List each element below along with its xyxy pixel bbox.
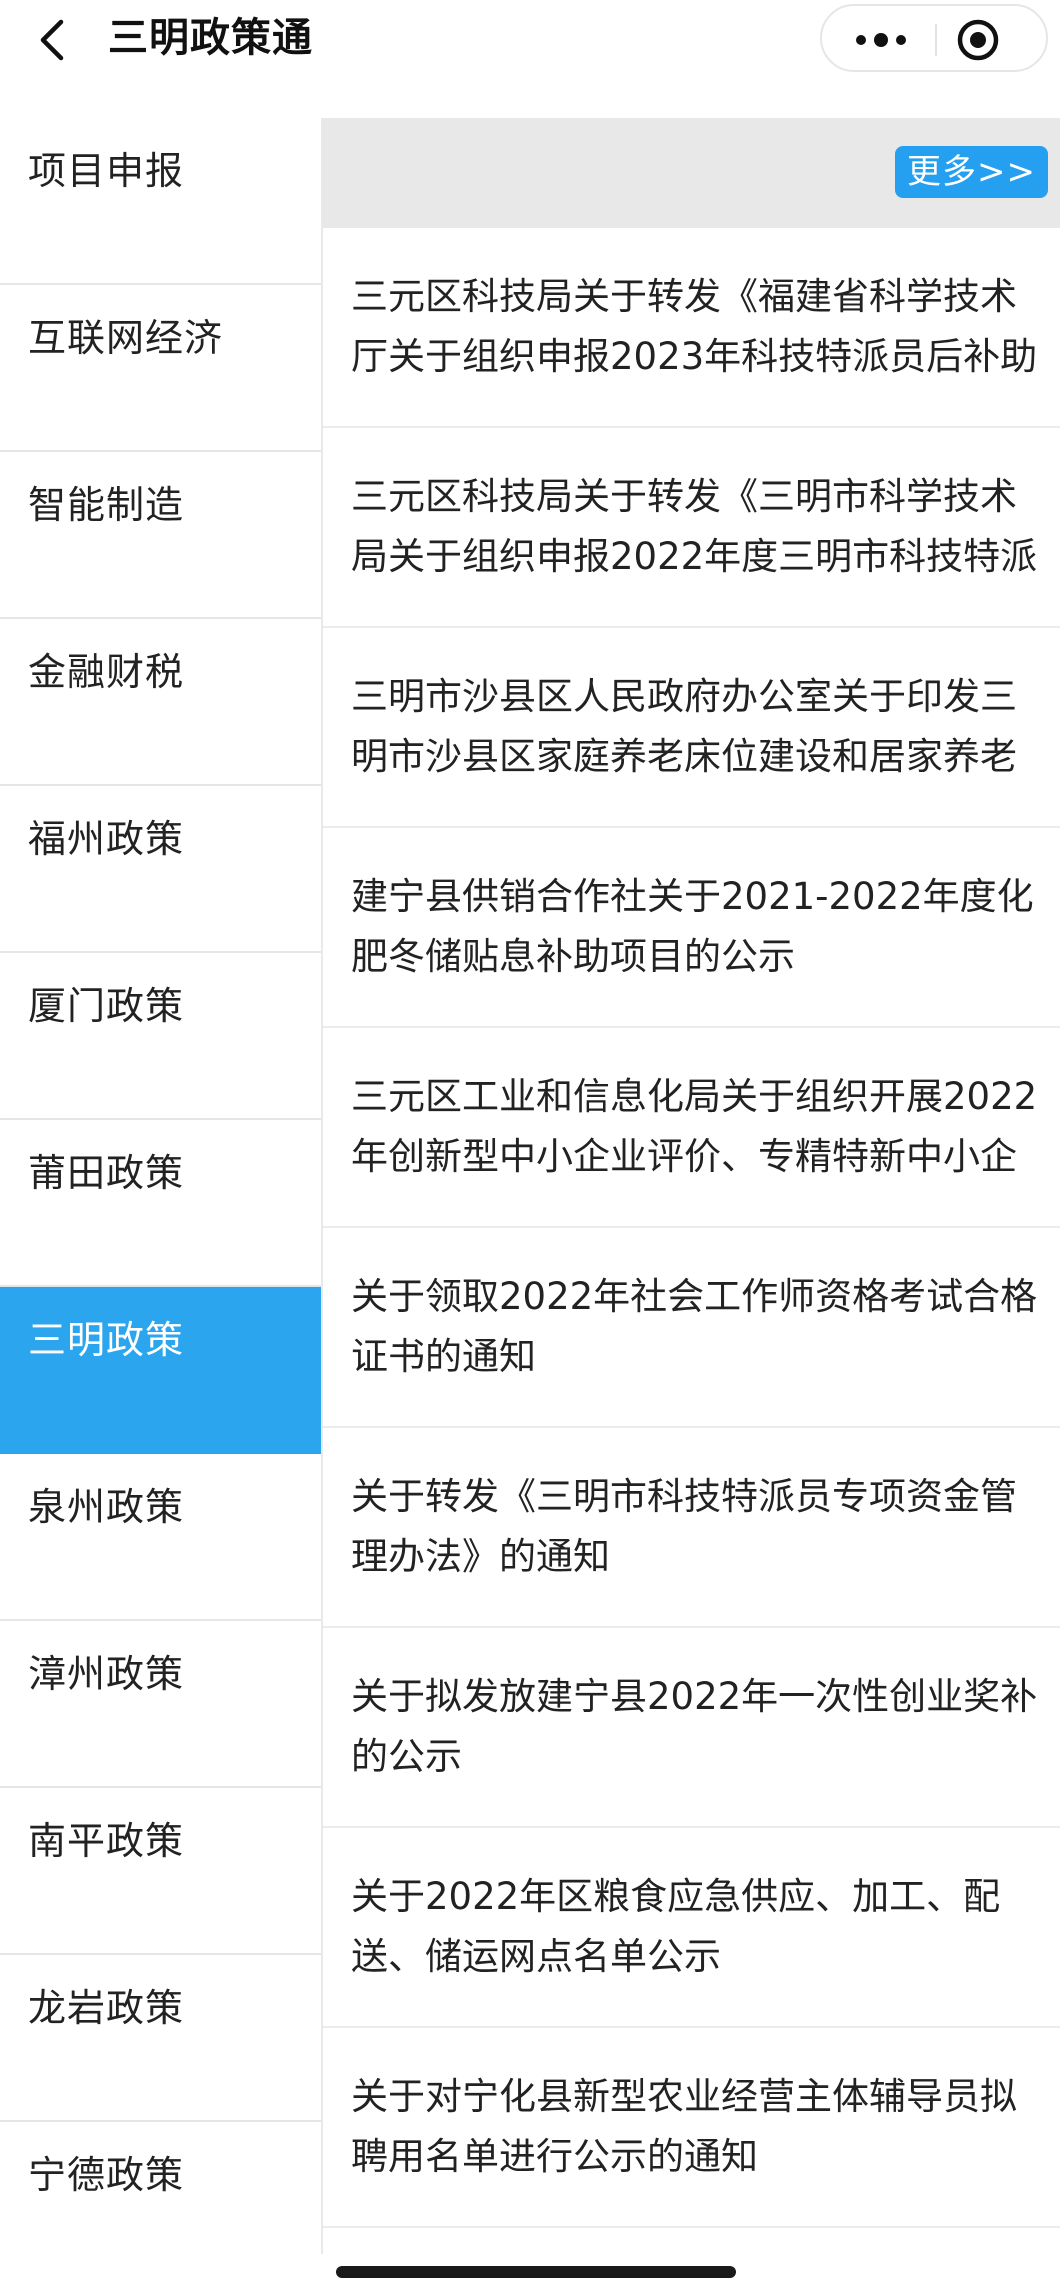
- list-item[interactable]: 关于转发《三明市科技特派员专项资金管理办法》的通知: [323, 1428, 1060, 1628]
- sidebar-item-label: 莆田政策: [28, 1151, 185, 1195]
- policy-content: 更多>> 三元区科技局关于转发《福建省科学技术厅关于组织申报2023年科技特派员…: [323, 118, 1060, 2254]
- list-item-title: 三元区科技局关于转发《三明市科学技术局关于组织申报2022年度三明市科技特派: [351, 475, 1038, 578]
- more-dots-icon: [856, 33, 906, 47]
- category-sidebar: 项目申报互联网经济智能制造金融财税福州政策厦门政策莆田政策三明政策泉州政策漳州政…: [0, 118, 323, 2289]
- list-item[interactable]: 关于拟发放建宁县2022年一次性创业奖补的公示: [323, 1628, 1060, 1828]
- page-title: 三明政策通: [108, 15, 313, 61]
- home-indicator[interactable]: [336, 2266, 736, 2278]
- sidebar-item-label: 龙岩政策: [28, 1986, 185, 2030]
- list-item[interactable]: 关于对宁化县新型农业经营主体辅导员拟聘用名单进行公示的通知: [323, 2028, 1060, 2228]
- list-item-title: 三明市沙县区人民政府办公室关于印发三明市沙县区家庭养老床位建设和居家养老: [351, 675, 1017, 778]
- list-item[interactable]: 关于领取2022年社会工作师资格考试合格证书的通知: [323, 1228, 1060, 1428]
- back-button[interactable]: [28, 8, 76, 72]
- sidebar-item-label: 项目申报: [28, 149, 185, 193]
- sidebar-item[interactable]: 福州政策: [0, 786, 321, 953]
- list-item-title: 关于转发《三明市科技特派员专项资金管理办法》的通知: [351, 1475, 1017, 1578]
- list-item-title: 关于对宁化县新型农业经营主体辅导员拟聘用名单进行公示的通知: [351, 2075, 1017, 2178]
- policy-list: 三元区科技局关于转发《福建省科学技术厅关于组织申报2023年科技特派员后补助 三元…: [323, 228, 1060, 2228]
- sidebar-item-label: 金融财税: [28, 650, 185, 694]
- sidebar-item-label: 南平政策: [28, 1819, 185, 1863]
- capsule-divider: [935, 24, 937, 56]
- list-item-title: 关于2022年区粮食应急供应、加工、配送、储运网点名单公示: [351, 1875, 1001, 1978]
- more-menu-button[interactable]: [846, 18, 916, 62]
- sidebar-item[interactable]: 智能制造: [0, 452, 321, 619]
- sidebar-item[interactable]: 互联网经济: [0, 285, 321, 452]
- list-item[interactable]: 三明市沙县区人民政府办公室关于印发三明市沙县区家庭养老床位建设和居家养老: [323, 628, 1060, 828]
- sidebar-item[interactable]: 龙岩政策: [0, 1955, 321, 2122]
- target-circle-icon: [957, 19, 999, 61]
- sidebar-item[interactable]: 南平政策: [0, 1788, 321, 1955]
- mini-program-capsule: [820, 4, 1048, 72]
- content-top-bar: 更多>>: [323, 118, 1060, 228]
- close-mini-program-button[interactable]: [954, 16, 1002, 64]
- sidebar-item[interactable]: 三明政策: [0, 1287, 321, 1454]
- sidebar-item[interactable]: 莆田政策: [0, 1120, 321, 1287]
- sidebar-item-label: 智能制造: [28, 483, 185, 527]
- chevron-left-icon: [40, 19, 64, 61]
- sidebar-item[interactable]: 厦门政策: [0, 953, 321, 1120]
- list-item-title: 建宁县供销合作社关于2021-2022年度化肥冬储贴息补助项目的公示: [351, 875, 1034, 978]
- sidebar-item-label: 宁德政策: [28, 2153, 185, 2197]
- more-link-button[interactable]: 更多>>: [895, 146, 1048, 198]
- sidebar-item[interactable]: 泉州政策: [0, 1454, 321, 1621]
- list-item-title: 三元区工业和信息化局关于组织开展2022年创新型中小企业评价、专精特新中小企: [351, 1075, 1038, 1178]
- list-item[interactable]: 三元区科技局关于转发《福建省科学技术厅关于组织申报2023年科技特派员后补助: [323, 228, 1060, 428]
- nav-header: 三明政策通: [0, 0, 1060, 118]
- sidebar-item-label: 三明政策: [28, 1318, 185, 1362]
- sidebar-item-label: 福州政策: [28, 817, 185, 861]
- sidebar-item-label: 互联网经济: [28, 316, 224, 360]
- list-item[interactable]: 建宁县供销合作社关于2021-2022年度化肥冬储贴息补助项目的公示: [323, 828, 1060, 1028]
- sidebar-item-label: 漳州政策: [28, 1652, 185, 1696]
- list-item[interactable]: 三元区工业和信息化局关于组织开展2022年创新型中小企业评价、专精特新中小企: [323, 1028, 1060, 1228]
- list-item[interactable]: 三元区科技局关于转发《三明市科学技术局关于组织申报2022年度三明市科技特派: [323, 428, 1060, 628]
- list-item-title: 关于领取2022年社会工作师资格考试合格证书的通知: [351, 1275, 1038, 1378]
- sidebar-item-label: 泉州政策: [28, 1485, 185, 1529]
- sidebar-item-label: 厦门政策: [28, 984, 185, 1028]
- sidebar-item[interactable]: 漳州政策: [0, 1621, 321, 1788]
- home-indicator-area: [0, 2254, 1060, 2296]
- sidebar-item[interactable]: 金融财税: [0, 619, 321, 786]
- list-item-title: 三元区科技局关于转发《福建省科学技术厅关于组织申报2023年科技特派员后补助: [351, 275, 1038, 378]
- list-item[interactable]: 关于2022年区粮食应急供应、加工、配送、储运网点名单公示: [323, 1828, 1060, 2028]
- list-item-title: 关于拟发放建宁县2022年一次性创业奖补的公示: [351, 1675, 1038, 1778]
- sidebar-item[interactable]: 项目申报: [0, 118, 321, 285]
